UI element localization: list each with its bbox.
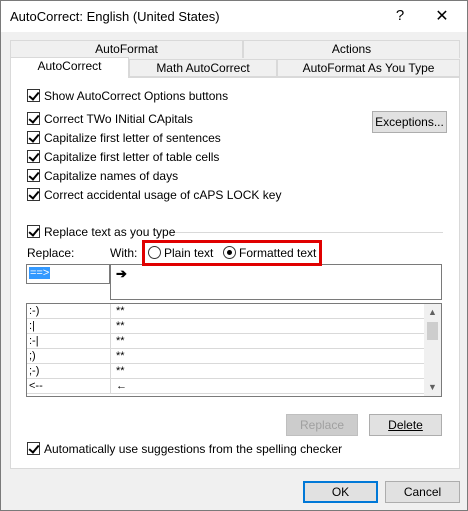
show-buttons-checkbox[interactable] [27,89,40,102]
replace-input[interactable]: ==> [26,264,110,284]
close-icon[interactable]: ✕ [434,6,450,26]
list-item[interactable]: ;) ** [27,349,425,364]
tab-label: Math AutoCorrect [156,61,250,75]
plain-text-radio[interactable] [148,246,161,259]
tab-label: AutoFormat As You Type [302,61,435,75]
list-item[interactable]: :-) ** [27,304,425,319]
with-input[interactable]: ➔ [110,264,442,300]
two-initial-caps-checkbox[interactable] [27,112,40,125]
cap-sentences-label: Capitalize first letter of sentences [44,131,221,145]
replace-button[interactable]: Replace [286,414,358,436]
tab-autocorrect[interactable]: AutoCorrect [10,57,129,78]
delete-button-label: Delete [388,418,423,432]
ok-button[interactable]: OK [303,481,378,503]
caps-lock-label: Correct accidental usage of cAPS LOCK ke… [44,188,282,202]
entry-replace: :-| [29,335,39,347]
list-item[interactable]: ;-) ** [27,364,425,379]
tab-label: AutoFormat [95,42,158,56]
help-icon[interactable]: ? [393,7,407,24]
cap-table-cells-checkbox[interactable] [27,150,40,163]
replace-as-you-type-label: Replace text as you type [44,225,176,239]
cap-table-cells-label: Capitalize first letter of table cells [44,150,220,164]
tab-actions[interactable]: Actions [243,40,460,58]
column-divider [110,304,111,319]
replace-as-you-type-checkbox[interactable] [27,225,40,238]
show-buttons-label: Show AutoCorrect Options buttons [44,89,229,103]
formatted-text-radio[interactable] [223,246,236,259]
entry-replace: <-- [29,380,43,392]
with-input-value: ➔ [116,266,127,281]
cap-days-checkbox[interactable] [27,169,40,182]
entry-with: ** [116,305,125,317]
list-item[interactable]: :-| ** [27,334,425,349]
plain-text-label: Plain text [164,246,214,260]
entry-replace: :| [29,320,35,332]
entry-with: ← [116,380,127,392]
list-item[interactable]: <-- ← [27,379,425,394]
entry-replace: ;-) [29,365,40,377]
title-bar: AutoCorrect: English (United States) ? ✕ [1,1,467,32]
column-divider [110,334,111,349]
scroll-down-icon[interactable]: ▼ [424,379,441,396]
replace-input-value: ==> [29,267,51,279]
with-label: With: [110,246,138,260]
formatted-text-label: Formatted text [239,246,317,260]
window-title: AutoCorrect: English (United States) [10,9,220,24]
entry-with: ** [116,335,125,347]
caps-lock-checkbox[interactable] [27,188,40,201]
tab-label: Actions [331,42,372,56]
entry-with: ** [116,350,125,362]
tab-label: AutoCorrect [37,59,102,73]
entry-replace: ;) [29,350,36,362]
tab-autoformat-as-you-type[interactable]: AutoFormat As You Type [277,59,460,77]
column-divider [110,319,111,334]
scroll-up-icon[interactable]: ▲ [424,304,441,321]
cap-days-label: Capitalize names of days [44,169,179,183]
entry-replace: :-) [29,305,40,317]
exceptions-button[interactable]: Exceptions... [372,111,447,133]
entry-with: ** [116,320,125,332]
delete-button[interactable]: Delete [369,414,442,436]
cap-sentences-checkbox[interactable] [27,131,40,144]
tab-math-autocorrect[interactable]: Math AutoCorrect [129,59,277,77]
column-divider [110,349,111,364]
scroll-thumb[interactable] [427,322,438,340]
cancel-button[interactable]: Cancel [385,481,460,503]
spelling-suggestions-label: Automatically use suggestions from the s… [44,442,343,456]
list-item[interactable]: :| ** [27,319,425,334]
entry-with: ** [116,365,125,377]
spelling-suggestions-checkbox[interactable] [27,442,40,455]
group-separator [171,232,443,233]
tab-autoformat[interactable]: AutoFormat [10,40,243,58]
column-divider [110,379,111,394]
column-divider [110,364,111,379]
list-scrollbar[interactable]: ▲ ▼ [424,304,441,396]
two-initial-caps-label: Correct TWo INitial CApitals [44,112,193,126]
replace-label: Replace: [27,246,75,260]
autocorrect-entries-list[interactable]: :-) ** :| ** :-| ** ;) ** ;-) ** <-- ← ▲… [26,303,442,397]
autocorrect-dialog: AutoCorrect: English (United States) ? ✕… [0,0,468,511]
